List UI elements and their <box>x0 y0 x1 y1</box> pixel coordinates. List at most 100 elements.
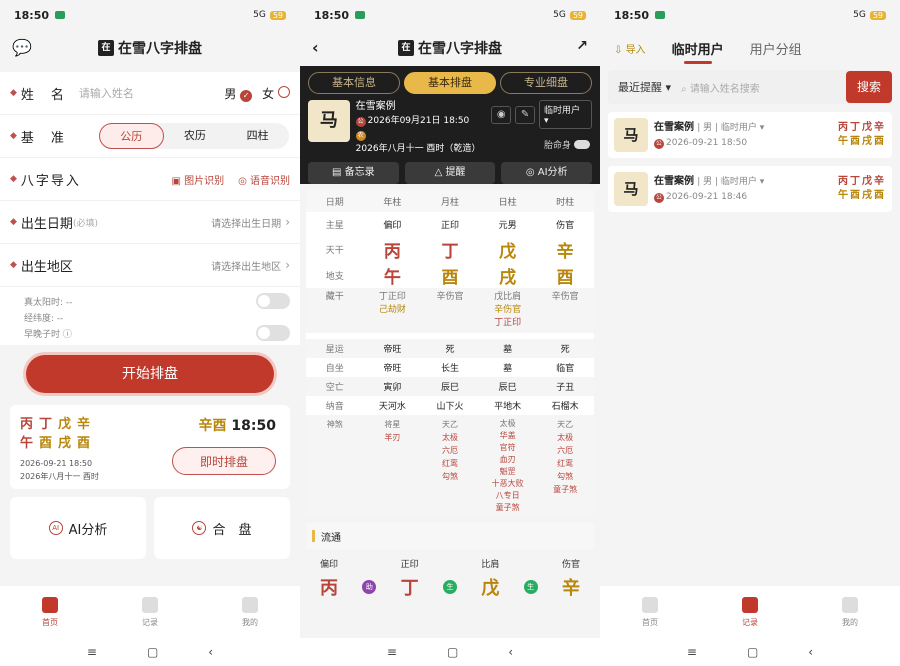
taiming-toggle <box>574 140 590 149</box>
wechat-icon <box>355 11 366 19</box>
menu-icon[interactable]: ≡ <box>687 645 697 659</box>
chat-icon[interactable]: 💬 <box>12 38 32 57</box>
import-actions: ▣ 图片识别 ◎ 语音识别 <box>171 172 290 187</box>
ai-analysis-card[interactable]: AI AI分析 <box>10 497 146 559</box>
tab-home[interactable]: 首页 <box>600 586 700 638</box>
solar-time-text: 真太阳时: -- <box>24 297 73 308</box>
tab-basic-paipan[interactable]: 基本排盘 <box>404 72 496 94</box>
xingyun-row: 星运 帝旺死墓死 <box>306 339 594 358</box>
zaowan-text: 早晚子时 <box>24 329 61 340</box>
lonlat-text: 经纬度: -- <box>24 313 64 324</box>
edit-icon[interactable]: ✎ <box>515 105 536 124</box>
import-button[interactable]: ⇩ 导入 <box>614 41 646 56</box>
diamond-icon: ◆ <box>10 174 17 184</box>
home-square-icon[interactable]: ▢ <box>747 645 758 659</box>
search-input[interactable]: ⌕ 请输入姓名搜索 <box>681 80 846 95</box>
voice-recog-button[interactable]: ◎ 语音识别 <box>238 172 290 187</box>
signal-text: 5G <box>253 10 266 20</box>
check-icon: ✓ <box>240 89 253 102</box>
flow-badge: 助 <box>362 580 377 594</box>
home-square-icon[interactable]: ▢ <box>147 645 158 659</box>
gong-badge-icon: 公 <box>654 138 664 149</box>
birthdate-row[interactable]: ◆ 出生日期 (必填) 请选择出生日期 › <box>0 201 300 244</box>
remind-button[interactable]: △ 提醒 <box>404 162 496 184</box>
page-title: 在雪八字排盘 <box>118 41 202 57</box>
feature-cards: AI AI分析 ☯ 合 盘 <box>10 497 290 559</box>
solar-time-toggle[interactable] <box>256 293 290 309</box>
chart-tabs: 基本信息 基本排盘 专业细盘 <box>308 72 592 94</box>
home-icon <box>42 596 58 613</box>
basis-gongli[interactable]: 公历 <box>98 123 164 149</box>
name-label: 姓 名 <box>20 87 66 103</box>
bazi-table: 日期 年柱 月柱 日柱 时柱 主星 偏印 正印 元男 伤官 天干丙丁戊辛 地支午酉戌酉 藏干 丁… <box>306 190 594 517</box>
tab-pro-detail[interactable]: 专业细盘 <box>500 72 592 94</box>
birthplace-row[interactable]: ◆ 出生地区 请选择出生地区 › <box>0 244 300 287</box>
birthplace-label: 出生地区 <box>20 259 73 275</box>
back-arrow-icon[interactable]: ‹ <box>312 38 319 57</box>
home-square-icon[interactable]: ▢ <box>447 645 458 659</box>
gong-date: 2026年09月21日 18:50 <box>367 116 470 126</box>
back-icon[interactable]: ‹ <box>508 645 513 659</box>
zaowan-toggle[interactable] <box>256 325 290 341</box>
status-time: 18:50 <box>614 8 650 22</box>
system-nav: ≡ ▢ ‹ <box>600 638 900 666</box>
image-recog-button[interactable]: ▣ 图片识别 <box>171 172 224 187</box>
basis-sizhu[interactable]: 四柱 <box>226 123 289 149</box>
nong-date: 2026年八月十一 酉时（乾造） <box>355 144 481 154</box>
tab-user-groups[interactable]: 用户分组 <box>750 39 802 58</box>
home-icon <box>642 596 658 613</box>
required-tag: (必填) <box>72 218 98 229</box>
recent-chart-card[interactable]: 丙丁戊辛 午酉戌酉 2026-09-21 18:50 2026年八月十一 酉时 … <box>10 405 290 489</box>
tab-mine[interactable]: 我的 <box>800 586 900 638</box>
menu-icon[interactable]: ≡ <box>87 645 97 659</box>
tab-temp-users[interactable]: 临时用户 <box>672 39 724 64</box>
birthdate-hint: 请选择出生日期 <box>211 218 282 230</box>
tab-records[interactable]: 记录 <box>700 586 800 638</box>
options-block: 真太阳时: -- 经纬度: -- 早晚子时 ⓘ <box>0 287 300 345</box>
app-logo-icon: 在 <box>398 40 414 56</box>
user-dropdown[interactable]: 临时用户 ▾ <box>539 100 592 129</box>
ai-analysis-button[interactable]: ◎ AI分析 <box>501 162 593 184</box>
eye-icon[interactable]: ◉ <box>491 105 512 124</box>
user-icon <box>842 596 858 613</box>
page-title-bar: 💬 在 在雪八字排盘 <box>0 30 300 66</box>
tab-mine[interactable]: 我的 <box>200 586 300 638</box>
avatar: 马 <box>308 100 350 142</box>
back-icon[interactable]: ‹ <box>808 645 813 659</box>
bottom-tabbar: 首页 记录 我的 <box>600 586 900 638</box>
flow-chain: 丙 助 丁 生 戊 生 辛 <box>320 578 580 599</box>
case-name: 在雪案例 <box>355 101 396 112</box>
taiming-toggle-row[interactable]: 胎命身 <box>544 138 590 151</box>
records-icon <box>742 596 758 613</box>
memo-button[interactable]: ▤ 备忘录 <box>308 162 399 184</box>
battery-icon: 59 <box>269 10 286 20</box>
diamond-icon: ◆ <box>10 260 17 270</box>
share-icon[interactable]: ↗ <box>576 38 588 54</box>
case-controls: ◉ ✎ 临时用户 ▾ <box>491 100 592 129</box>
flow-badge: 生 <box>523 580 538 594</box>
tab-home[interactable]: 首页 <box>0 586 100 638</box>
instant-paipan-button[interactable]: 即时排盘 <box>172 447 276 475</box>
female-option[interactable]: 女 <box>262 85 290 102</box>
start-paipan-button[interactable]: 开始排盘 <box>26 355 274 393</box>
list-item[interactable]: 马 在雪案例 | 男 | 临时用户 ▾ 公 2026-09-21 18:50 丙丁… <box>608 112 892 158</box>
nong-badge-icon: 农 <box>355 131 366 141</box>
sort-dropdown[interactable]: 最近提醒 ▾ <box>608 79 681 95</box>
tab-records[interactable]: 记录 <box>100 586 200 638</box>
records-icon <box>142 596 158 613</box>
basis-nongli[interactable]: 农历 <box>164 123 227 149</box>
basis-segment: 公历 农历 四柱 <box>98 123 289 149</box>
lonlat-row: 经纬度: -- <box>0 309 300 325</box>
liutong-section-title: 流通 <box>306 523 594 549</box>
menu-icon[interactable]: ≡ <box>387 645 397 659</box>
info-icon[interactable]: ⓘ <box>63 327 72 340</box>
radio-icon <box>278 85 290 98</box>
male-option[interactable]: 男 ✓ <box>224 85 253 102</box>
back-icon[interactable]: ‹ <box>208 645 213 659</box>
tab-basic-info[interactable]: 基本信息 <box>308 72 400 94</box>
list-item[interactable]: 马 在雪案例 | 男 | 临时用户 ▾ 公 2026-09-21 18:46 丙丁… <box>608 166 892 212</box>
flow-badge: 生 <box>442 580 457 594</box>
name-input[interactable]: 请输入姓名 <box>79 85 134 101</box>
hepan-card[interactable]: ☯ 合 盘 <box>154 497 290 559</box>
search-button[interactable]: 搜索 <box>846 71 892 103</box>
